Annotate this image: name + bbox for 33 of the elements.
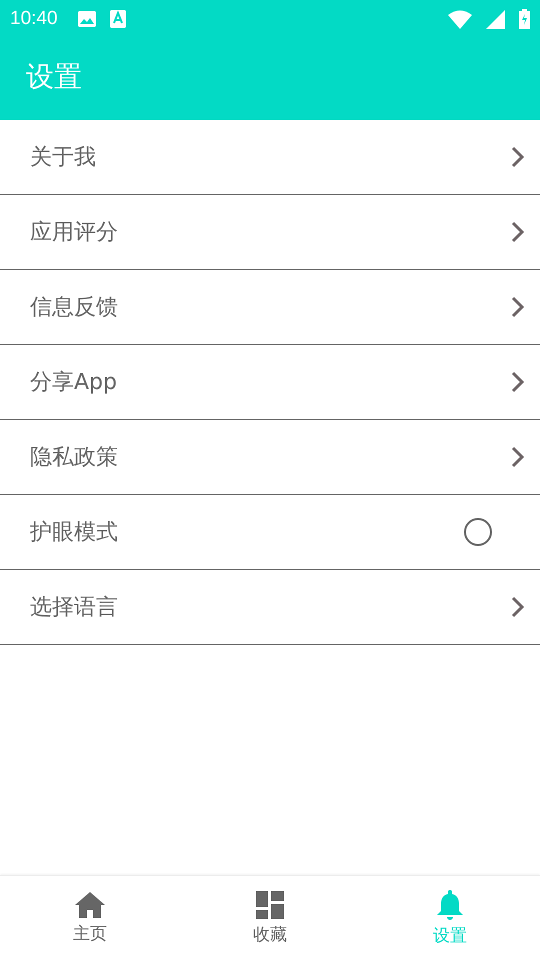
settings-label: 关于我 [30, 144, 97, 172]
signal-icon [486, 10, 505, 28]
battery-icon [519, 9, 530, 29]
chevron-right-icon [510, 220, 526, 244]
wifi-icon [448, 10, 472, 28]
chevron-right-icon [510, 295, 526, 319]
nav-tab[interactable]: 收藏 [180, 876, 360, 960]
nav-tab[interactable]: 主页 [0, 876, 180, 960]
chevron-right-icon [510, 370, 526, 394]
chevron-right-icon [510, 595, 526, 619]
settings-row[interactable]: 关于我 [0, 120, 540, 195]
text-icon [110, 10, 126, 28]
home-icon [75, 892, 105, 918]
image-icon [78, 11, 96, 27]
settings-row[interactable]: 选择语言 [0, 570, 540, 645]
settings-row[interactable]: 信息反馈 [0, 270, 540, 345]
settings-row[interactable]: 应用评分 [0, 195, 540, 270]
settings-row[interactable]: 护眼模式 [0, 495, 540, 570]
settings-label: 选择语言 [30, 594, 119, 622]
radio-button[interactable] [464, 518, 492, 546]
settings-label: 隐私政策 [30, 444, 119, 472]
screen-title: 设置 [26, 59, 83, 95]
settings-label: 应用评分 [30, 219, 119, 247]
status-time: 10:40 [10, 8, 58, 30]
chevron-right-icon [510, 145, 526, 169]
settings-label: 护眼模式 [30, 519, 119, 547]
settings-row[interactable]: 分享App [0, 345, 540, 420]
chevron-right-icon [510, 445, 526, 469]
bell-icon [437, 890, 463, 920]
settings-label: 信息反馈 [30, 294, 119, 322]
settings-row[interactable]: 隐私政策 [0, 420, 540, 495]
settings-label: 分享App [30, 369, 118, 397]
dashboard-icon [256, 890, 284, 918]
